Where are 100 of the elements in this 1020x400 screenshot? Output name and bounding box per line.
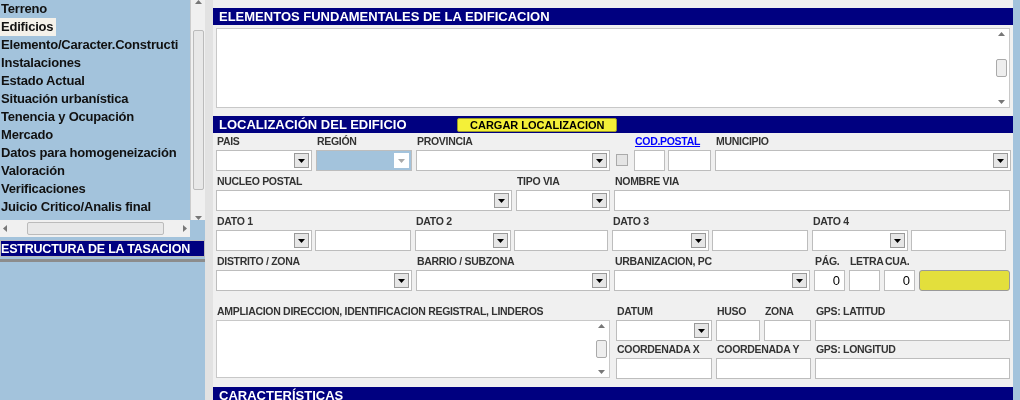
dropdown[interactable] [216, 270, 412, 291]
text-field[interactable] [815, 358, 1010, 379]
text-field[interactable] [716, 320, 760, 341]
caret-icon [698, 328, 705, 333]
field-label: COORDENADA X [616, 343, 700, 356]
field-label: BARRIO / SUBZONA [416, 255, 515, 268]
text-field[interactable] [849, 270, 880, 291]
field-label: TIPO VIA [516, 175, 560, 188]
field-label: DATO 4 [812, 215, 849, 228]
tree-item[interactable]: Situación urbanística [0, 90, 129, 108]
panel-title: ESTRUCTURA DE LA TASACION [0, 240, 205, 257]
tree-item[interactable]: Elemento/Caracter.Constructi [0, 36, 179, 54]
up-arrow-icon[interactable] [194, 0, 202, 4]
dropdown[interactable] [416, 270, 610, 291]
caret-icon [796, 278, 803, 283]
field-label: REGIÓN [316, 135, 357, 148]
tree-item[interactable]: Edificios [0, 18, 57, 36]
up-arrow-icon[interactable] [998, 32, 1005, 36]
scrollbar[interactable] [0, 220, 190, 237]
text-field[interactable] [764, 320, 811, 341]
scrollbar[interactable] [190, 0, 205, 220]
checkbox[interactable] [616, 154, 628, 166]
text-field[interactable] [315, 230, 411, 251]
section-header: LOCALIZACIÓN DEL EDIFICIO [219, 116, 408, 133]
field-label: DATO 2 [415, 215, 452, 228]
dropdown[interactable] [812, 230, 908, 251]
down-arrow-icon[interactable] [998, 100, 1005, 104]
tree-item[interactable]: Juicio Critico/Analis final [0, 198, 151, 216]
tree-item[interactable]: Estado Actual [0, 72, 85, 90]
scroll-thumb[interactable] [996, 59, 1007, 77]
section-header: ELEMENTOS FUNDAMENTALES DE LA EDIFICACION [213, 8, 1013, 25]
field-label: PÁG. [814, 255, 840, 268]
section-header: CARACTERÍSTICAS [213, 387, 1013, 400]
text-field[interactable]: 0 [884, 270, 915, 291]
dropdown[interactable] [216, 230, 312, 251]
caret-icon [596, 278, 603, 283]
field-label: GPS: LONGITUD [815, 343, 896, 356]
field-label: PROVINCIA [416, 135, 473, 148]
dropdown[interactable] [614, 270, 810, 291]
postal-code-link[interactable]: COD.POSTAL [634, 135, 701, 148]
text-field[interactable] [911, 230, 1006, 251]
up-arrow-icon[interactable] [598, 324, 605, 328]
field-label: NOMBRE VIA [614, 175, 680, 188]
field-label: HUSO [716, 305, 747, 318]
text-field[interactable] [668, 150, 711, 171]
left-arrow-icon[interactable] [3, 225, 7, 232]
tree-item[interactable]: Instalaciones [0, 54, 81, 72]
text-field[interactable] [712, 230, 808, 251]
field-label: DATUM [616, 305, 653, 318]
field-label: LETRA [849, 255, 884, 268]
field-label: COORDENADA Y [716, 343, 800, 356]
tree-item[interactable]: Mercado [0, 126, 54, 144]
text-field[interactable] [616, 358, 712, 379]
caret-icon [298, 158, 305, 163]
dropdown[interactable] [416, 150, 610, 171]
text-field[interactable] [514, 230, 608, 251]
tree-item[interactable]: Datos para homogeneización [0, 144, 177, 162]
caret-icon [596, 158, 603, 163]
caret-icon [298, 238, 305, 243]
text-field[interactable] [815, 320, 1010, 341]
dropdown[interactable] [612, 230, 709, 251]
field-label: DISTRITO / ZONA [216, 255, 300, 268]
scroll-thumb[interactable] [192, 30, 204, 190]
text-field[interactable] [614, 190, 1010, 211]
text-field[interactable]: 0 [814, 270, 845, 291]
tree-item[interactable]: Verificaciones [0, 180, 86, 198]
tree-item[interactable]: Tenencia y Ocupación [0, 108, 135, 126]
field-label: NUCLEO POSTAL [216, 175, 303, 188]
right-arrow-icon[interactable] [183, 225, 187, 232]
scroll-thumb[interactable] [26, 222, 164, 235]
action-button[interactable] [919, 270, 1010, 291]
field-label: AMPLIACION DIRECCION, IDENTIFICACION REGISTRAL, LINDEROS [216, 305, 544, 318]
field-label: URBANIZACION, PC [614, 255, 712, 268]
caret-icon [497, 238, 504, 243]
text-field[interactable] [716, 358, 811, 379]
down-arrow-icon[interactable] [598, 370, 605, 374]
load-location-button[interactable]: CARGAR LOCALIZACION [457, 117, 618, 132]
tree-item[interactable]: Valoración [0, 162, 65, 180]
field-label: CUA. [884, 255, 910, 268]
caret-icon [498, 198, 505, 203]
dropdown[interactable] [616, 320, 712, 341]
text-field[interactable] [634, 150, 665, 171]
caret-icon [894, 238, 901, 243]
scroll-thumb[interactable] [596, 340, 607, 358]
caret-icon [695, 238, 702, 243]
field-label: MUNICIPIO [715, 135, 769, 148]
field-label: GPS: LATITUD [815, 305, 886, 318]
dropdown[interactable] [415, 230, 511, 251]
caret-icon [398, 278, 405, 283]
dropdown[interactable] [715, 150, 1011, 171]
down-arrow-icon[interactable] [194, 216, 202, 220]
caret-icon [997, 158, 1004, 163]
dropdown[interactable] [216, 190, 512, 211]
field-label: PAIS [216, 135, 240, 148]
dropdown[interactable] [516, 190, 610, 211]
caret-icon [596, 198, 603, 203]
field-label: ZONA [764, 305, 794, 318]
dropdown[interactable] [216, 150, 312, 171]
tree-item[interactable]: Terreno [0, 0, 48, 18]
caret-icon [398, 158, 405, 163]
